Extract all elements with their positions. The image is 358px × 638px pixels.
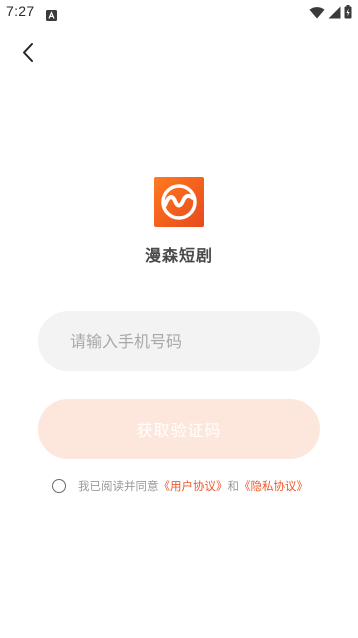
user-agreement-link[interactable]: 《用户协议》	[159, 478, 228, 494]
wifi-icon	[309, 6, 325, 19]
agree-checkbox[interactable]	[52, 479, 66, 493]
phone-number-input[interactable]	[38, 311, 320, 371]
status-icons	[309, 4, 352, 20]
agreement-row: 我已阅读并同意 《用户协议》 和 《隐私协议》	[52, 477, 308, 495]
status-time: 7:27	[6, 3, 35, 19]
back-arrow-icon	[14, 38, 44, 68]
get-verification-code-button[interactable]: 获取验证码	[38, 399, 320, 459]
back-button[interactable]	[14, 38, 44, 68]
battery-icon	[344, 5, 352, 19]
app-logo-icon	[154, 177, 204, 227]
app-name: 漫森短剧	[144, 246, 213, 265]
agreement-prefix: 我已阅读并同意	[78, 479, 159, 493]
status-bar: 7:27	[0, 0, 358, 24]
signal-icon	[328, 6, 341, 19]
a-icon	[46, 6, 57, 21]
login-screen: 7:27 漫森短剧 请输入手机号码 获取验证码 我已阅读并同意 《用户协议》 和…	[0, 0, 358, 638]
privacy-policy-link[interactable]: 《隐私协议》	[239, 478, 308, 494]
agreement-conjunction: 和	[227, 479, 240, 493]
